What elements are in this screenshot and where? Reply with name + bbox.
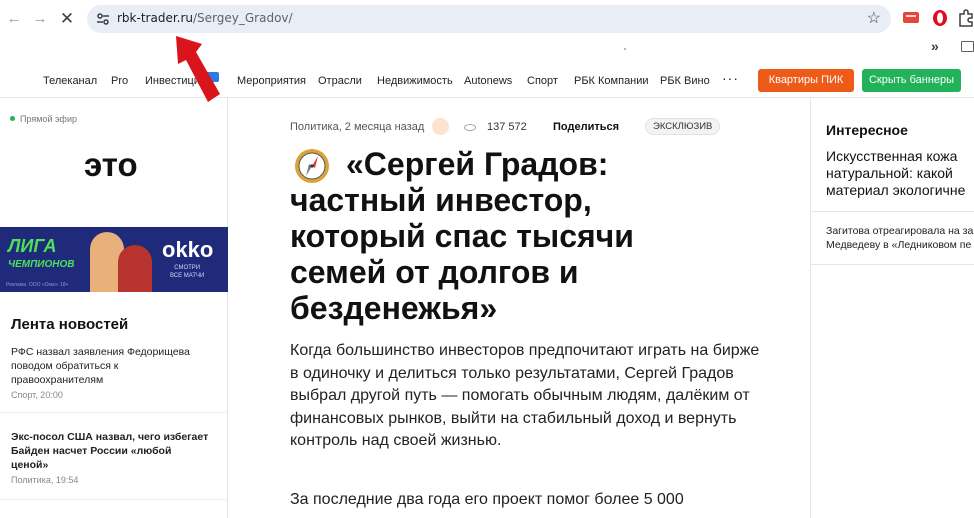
- browser-toolbar: ← → ✕ rbk-trader.ru/Sergey_Gradov/ ☆ »: [0, 0, 974, 64]
- interesting-item-line: Искусственная кожа: [826, 148, 958, 164]
- news-feed-title: Лента новостей: [11, 316, 129, 333]
- url-path: /Sergey_Gradov/: [193, 11, 293, 25]
- author-avatar: [432, 118, 449, 135]
- red-arrow-annotation-icon: [176, 36, 220, 102]
- banner-fine-print: Реклама. ООО «Окко» 18+: [6, 282, 69, 288]
- menu-item-industries[interactable]: Отрасли: [318, 75, 362, 87]
- news-item-meta: Политика, 19:54: [11, 475, 79, 485]
- ad-teaser-text[interactable]: это: [84, 146, 138, 184]
- banner-league-logo: ЛИГА ЧЕМПИОНОВ: [8, 236, 75, 272]
- article-headline: «Сергей Градов: частный инвестор, которы…: [290, 146, 634, 326]
- banner-line1: ЛИГА: [8, 236, 57, 256]
- article-paragraph: За последние два года его проект помог б…: [290, 491, 684, 508]
- menu-item-pro[interactable]: Pro: [111, 75, 128, 87]
- menu-more-icon[interactable]: ···: [722, 70, 739, 86]
- banner-player-image: [118, 245, 152, 292]
- menu-item-autonews[interactable]: Autonews: [464, 75, 512, 87]
- right-sidebar: Интересное Искусственная кожа натуральной…: [810, 98, 974, 518]
- interesting-title: Интересное: [826, 122, 908, 138]
- site-info-icon[interactable]: [94, 10, 112, 28]
- hide-banners-button[interactable]: Скрыть баннеры: [862, 69, 961, 92]
- article-meta: Политика, 2 месяца назад: [290, 121, 425, 133]
- url-host: rbk-trader.ru: [117, 11, 194, 25]
- interesting-item-line: натуральной: какой: [826, 165, 953, 181]
- news-item[interactable]: РФС назвал заявления Федорищева поводом …: [11, 345, 211, 387]
- divider: [811, 211, 974, 212]
- exclusive-badge: ЭКСКЛЮЗИВ: [645, 118, 721, 135]
- live-dot-icon: [10, 116, 15, 121]
- menu-item-rbc-wine[interactable]: РБК Вино: [660, 75, 710, 87]
- views-eye-icon: [464, 124, 476, 131]
- article-lead: Когда большинство инвесторов предпочитаю…: [290, 342, 760, 449]
- share-button[interactable]: Поделиться: [553, 121, 619, 133]
- stop-loading-icon[interactable]: ✕: [56, 8, 78, 30]
- interesting-item-line: Загитова отреагировала на за: [826, 225, 974, 237]
- address-bar[interactable]: rbk-trader.ru/Sergey_Gradov/ ☆: [87, 5, 891, 33]
- banner-subtitle: СМОТРИ ВСЕ МАТЧИ: [170, 264, 204, 280]
- interesting-item[interactable]: Загитова отреагировала на за Медведеву в …: [826, 224, 974, 252]
- interesting-item-line: материал экологичне: [826, 182, 966, 198]
- banner-line2: ЧЕМПИОНОВ: [8, 259, 75, 270]
- divider: [811, 264, 974, 265]
- bookmarks-overflow-icon[interactable]: »: [931, 38, 939, 54]
- back-arrow-icon[interactable]: ←: [3, 8, 25, 30]
- interesting-item-line: Медведеву в «Ледниковом пе: [826, 239, 972, 251]
- views-count: 137 572: [487, 121, 527, 133]
- divider: [0, 412, 228, 413]
- pik-apartments-button[interactable]: Квартиры ПИК: [758, 69, 854, 92]
- news-item[interactable]: Экс-посол США назвал, чего избегает Байд…: [11, 430, 211, 472]
- champions-league-banner[interactable]: ЛИГА ЧЕМПИОНОВ okko СМОТРИ ВСЕ МАТЧИ Рекла…: [0, 227, 228, 292]
- divider: [0, 499, 228, 500]
- url-text[interactable]: rbk-trader.ru/Sergey_Gradov/: [117, 11, 293, 25]
- forward-arrow-icon[interactable]: →: [29, 8, 51, 30]
- extensions-puzzle-icon[interactable]: [957, 9, 974, 27]
- banner-brand: okko: [162, 237, 214, 262]
- opera-icon[interactable]: [932, 9, 948, 27]
- site-menu: Телеканал Pro Инвестиции Мероприятия Отр…: [0, 64, 974, 98]
- banner-sub1: СМОТРИ: [174, 265, 201, 271]
- news-item-meta: Спорт, 20:00: [11, 390, 63, 400]
- live-label: Прямой эфир: [20, 114, 77, 124]
- interesting-item[interactable]: Искусственная кожа натуральной: какой мате…: [826, 148, 974, 199]
- menu-item-sport[interactable]: Спорт: [527, 75, 558, 87]
- bookmark-folder-icon[interactable]: [961, 41, 974, 52]
- menu-item-realty[interactable]: Недвижимость: [377, 75, 453, 87]
- menu-item-tv[interactable]: Телеканал: [43, 75, 97, 87]
- menu-item-events[interactable]: Мероприятия: [237, 75, 306, 87]
- menu-item-rbc-companies[interactable]: РБК Компании: [574, 75, 649, 87]
- extension-icon[interactable]: [902, 9, 920, 27]
- decorative-dot: [624, 48, 626, 50]
- bookmark-star-icon[interactable]: ☆: [867, 8, 881, 28]
- banner-sub2: ВСЕ МАТЧИ: [170, 273, 205, 279]
- left-sidebar: Прямой эфир это ЛИГА ЧЕМПИОНОВ okko СМОТР…: [0, 98, 228, 518]
- live-stream-link[interactable]: Прямой эфир: [10, 114, 77, 124]
